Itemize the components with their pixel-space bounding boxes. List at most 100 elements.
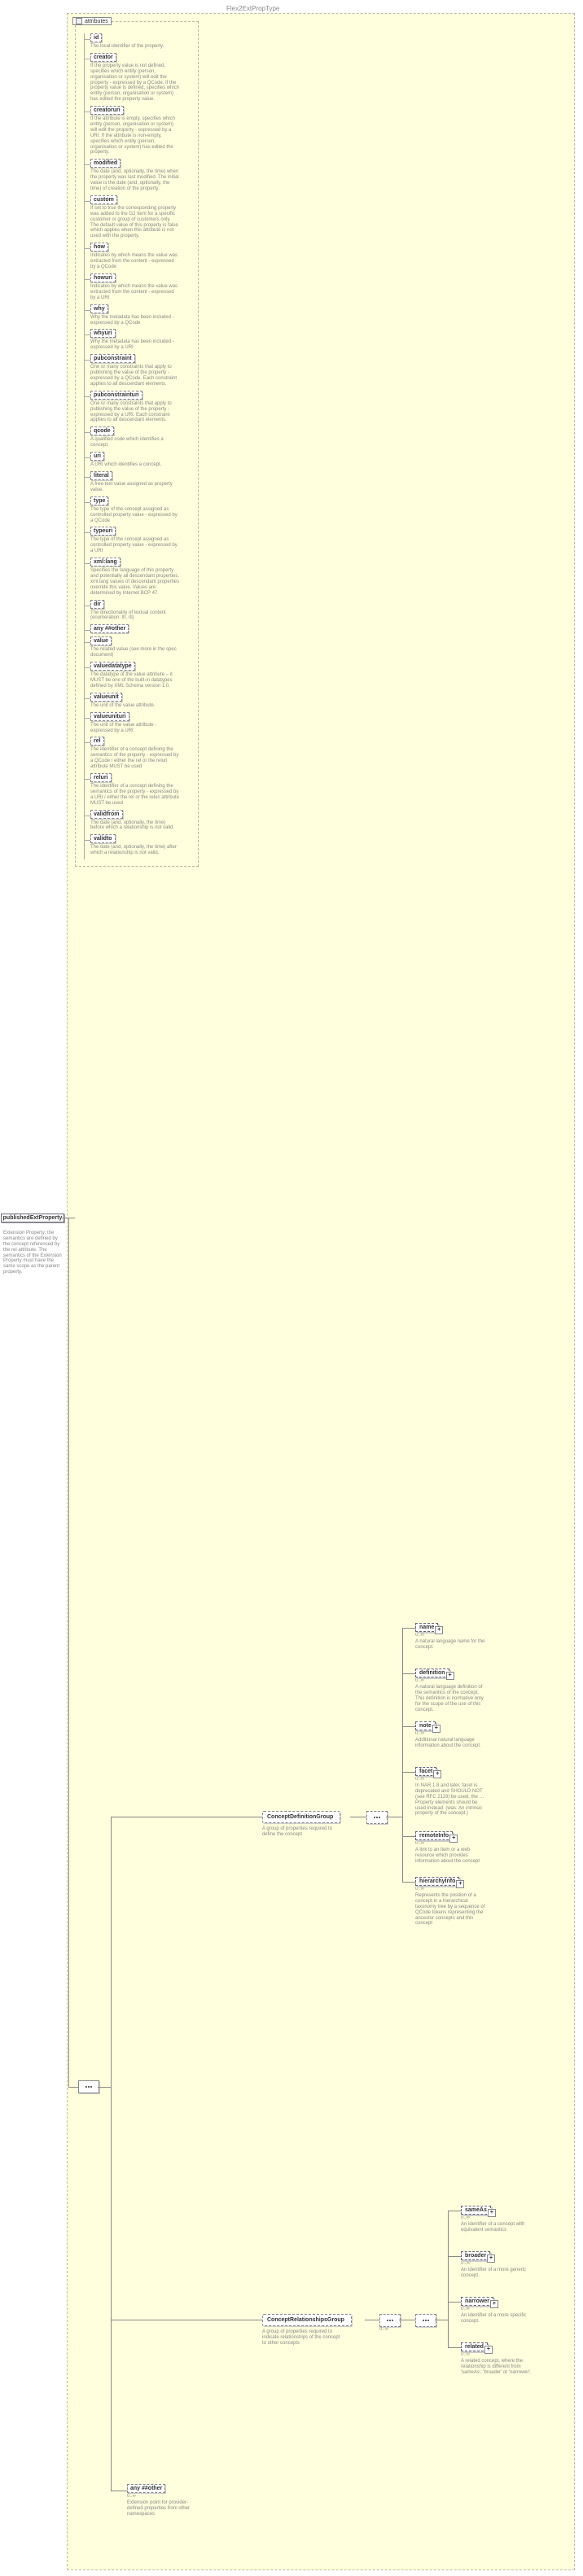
child-element: related+0..∞A related concept, where the… bbox=[461, 2342, 534, 2376]
expand-icon[interactable]: + bbox=[488, 2209, 496, 2217]
attribute-name[interactable]: creator bbox=[90, 53, 116, 62]
attribute-desc: The type of the concept assigned as cont… bbox=[90, 537, 180, 554]
connector bbox=[84, 164, 90, 165]
attribute-name[interactable]: howuri bbox=[90, 273, 116, 282]
attribute-item: howuri Indicates by which means the value… bbox=[90, 273, 193, 301]
any-other-desc: Extension point for provider-defined pro… bbox=[127, 2500, 200, 2517]
attribute-name[interactable]: pubconstraint bbox=[90, 354, 135, 363]
child-element-desc: In NAR 1.8 and later, facet is deprecate… bbox=[415, 1783, 489, 1817]
attribute-name[interactable]: why bbox=[90, 304, 108, 313]
attribute-desc: One or many constraints that apply to pu… bbox=[90, 401, 180, 424]
choice-compositor-relationships[interactable] bbox=[379, 2314, 401, 2327]
attribute-item: valuedatatypeThe datatype of the value a… bbox=[90, 662, 193, 689]
attribute-item: creatorIf the property value is not defi… bbox=[90, 53, 193, 103]
expand-icon[interactable]: + bbox=[487, 2255, 495, 2263]
any-other-label: any ##other bbox=[127, 2484, 165, 2493]
any-other-element[interactable]: any ##other 0..∞ Extension point for pro… bbox=[127, 2484, 200, 2517]
attribute-name[interactable]: validto bbox=[90, 834, 116, 843]
expand-icon[interactable]: + bbox=[490, 2300, 498, 2308]
attribute-desc: Indicates by which means the value was e… bbox=[90, 284, 180, 301]
connector bbox=[84, 563, 90, 564]
child-element-desc: An identifier of a concept with equivale… bbox=[461, 2222, 534, 2233]
attribute-desc: One or many constraints that apply to pu… bbox=[90, 365, 180, 387]
child-element-name[interactable]: sameAs+ bbox=[461, 2206, 491, 2215]
attribute-name[interactable]: dir bbox=[90, 600, 104, 609]
connector bbox=[68, 1218, 69, 2087]
group-concept-definition[interactable]: ConceptDefinitionGroup bbox=[262, 1811, 340, 1823]
attribute-name[interactable]: uri bbox=[90, 452, 104, 461]
attribute-name[interactable]: modified bbox=[90, 159, 121, 168]
expand-icon[interactable]: + bbox=[435, 1626, 443, 1634]
attribute-name[interactable]: literal bbox=[90, 471, 112, 480]
attribute-name[interactable]: how bbox=[90, 243, 108, 251]
attribute-item: valueThe related value (see more in the … bbox=[90, 636, 193, 658]
sequence-compositor-relationships-inner[interactable] bbox=[415, 2314, 436, 2327]
attribute-name[interactable]: valuedatatype bbox=[90, 662, 135, 671]
attribute-name[interactable]: valueunituri bbox=[90, 712, 129, 721]
attribute-name[interactable]: rel bbox=[90, 737, 104, 746]
attribute-name[interactable]: reluri bbox=[90, 773, 112, 782]
attribute-name[interactable]: type bbox=[90, 496, 108, 505]
attribute-name[interactable]: typeuri bbox=[90, 527, 116, 536]
attributes-header[interactable]: attributes bbox=[72, 17, 112, 25]
attribute-item: qcodeA qualified code which identifies a… bbox=[90, 426, 193, 448]
attribute-item: xml:langSpecifies the language of this p… bbox=[90, 558, 193, 596]
connector bbox=[68, 2087, 78, 2088]
attribute-name[interactable]: xml:lang bbox=[90, 558, 121, 566]
attribute-item: dirThe directionality of textual content… bbox=[90, 600, 193, 622]
child-element-name[interactable]: related+ bbox=[461, 2342, 488, 2351]
attribute-desc: The local identifier of the property. bbox=[90, 44, 180, 50]
child-element-name[interactable]: definition+ bbox=[415, 1668, 449, 1677]
child-element-desc: A natural language name for the concept. bbox=[415, 1639, 489, 1651]
child-element-name[interactable]: remoteInfo+ bbox=[415, 1831, 453, 1840]
attribute-name[interactable]: id bbox=[90, 33, 102, 42]
attribute-name[interactable]: creatoruri bbox=[90, 106, 124, 115]
child-element-mult: 0..∞ bbox=[415, 1777, 489, 1782]
expand-icon[interactable]: + bbox=[446, 1672, 454, 1680]
attribute-name[interactable]: value bbox=[90, 636, 112, 645]
sequence-compositor-definition[interactable] bbox=[366, 1811, 388, 1824]
attribute-name[interactable]: valueunit bbox=[90, 693, 122, 702]
expand-icon[interactable]: + bbox=[432, 1725, 441, 1733]
attribute-item: any ##other bbox=[90, 624, 193, 633]
attribute-name[interactable]: pubconstrainturi bbox=[90, 391, 142, 400]
sequence-compositor-main[interactable] bbox=[78, 2080, 99, 2093]
root-element-desc: Extension Property; the semantics are de… bbox=[3, 1231, 64, 1275]
root-element[interactable]: publishedExtProperty bbox=[3, 1209, 62, 1226]
attribute-name[interactable]: qcode bbox=[90, 426, 114, 435]
attribute-name[interactable]: whyuri bbox=[90, 329, 116, 338]
child-element-name[interactable]: name+ bbox=[415, 1623, 438, 1632]
child-element-name[interactable]: narrower+ bbox=[461, 2297, 493, 2306]
child-element-mult: 0..∞ bbox=[415, 1633, 489, 1638]
attribute-desc: The date (and, optionally, the time) aft… bbox=[90, 845, 180, 856]
attribute-item: validfromThe date (and, optionally, the … bbox=[90, 810, 193, 832]
connector bbox=[402, 1628, 415, 1629]
child-element-name[interactable]: broader+ bbox=[461, 2251, 490, 2260]
connector bbox=[448, 2256, 461, 2257]
child-element-desc: A natural language definition of the sem… bbox=[415, 1685, 489, 1712]
child-element-name[interactable]: facet+ bbox=[415, 1767, 436, 1776]
connector bbox=[84, 457, 90, 458]
connector bbox=[402, 1882, 415, 1883]
expand-icon[interactable]: + bbox=[456, 1880, 464, 1888]
expand-icon[interactable]: + bbox=[484, 2346, 493, 2354]
group-concept-relationships[interactable]: ConceptRelationshipsGroup bbox=[262, 2314, 352, 2326]
connector bbox=[84, 396, 90, 397]
attribute-item: reluriThe identifier of a concept defini… bbox=[90, 773, 193, 807]
connector bbox=[84, 667, 90, 668]
expand-icon[interactable]: + bbox=[433, 1770, 441, 1778]
attribute-name[interactable]: validfrom bbox=[90, 810, 123, 819]
attribute-name[interactable]: custom bbox=[90, 195, 117, 204]
attribute-item: creatoruriIf the attribute is empty, spe… bbox=[90, 106, 193, 155]
attribute-desc: The directionality of textual content (e… bbox=[90, 610, 180, 622]
child-element-name[interactable]: note+ bbox=[415, 1721, 436, 1730]
connector bbox=[84, 718, 90, 719]
expand-icon[interactable]: + bbox=[449, 1835, 458, 1843]
child-element: broader+0..∞An identifier of a more gene… bbox=[461, 2251, 534, 2279]
connector bbox=[111, 1817, 112, 2491]
attribute-name[interactable]: any ##other bbox=[90, 624, 129, 633]
attribute-item: modifiedThe date (and, optionally, the t… bbox=[90, 159, 193, 192]
child-element-name[interactable]: hierarchyInfo+ bbox=[415, 1877, 459, 1886]
connector bbox=[448, 2347, 461, 2348]
child-element-mult: 0..∞ bbox=[461, 2352, 534, 2357]
